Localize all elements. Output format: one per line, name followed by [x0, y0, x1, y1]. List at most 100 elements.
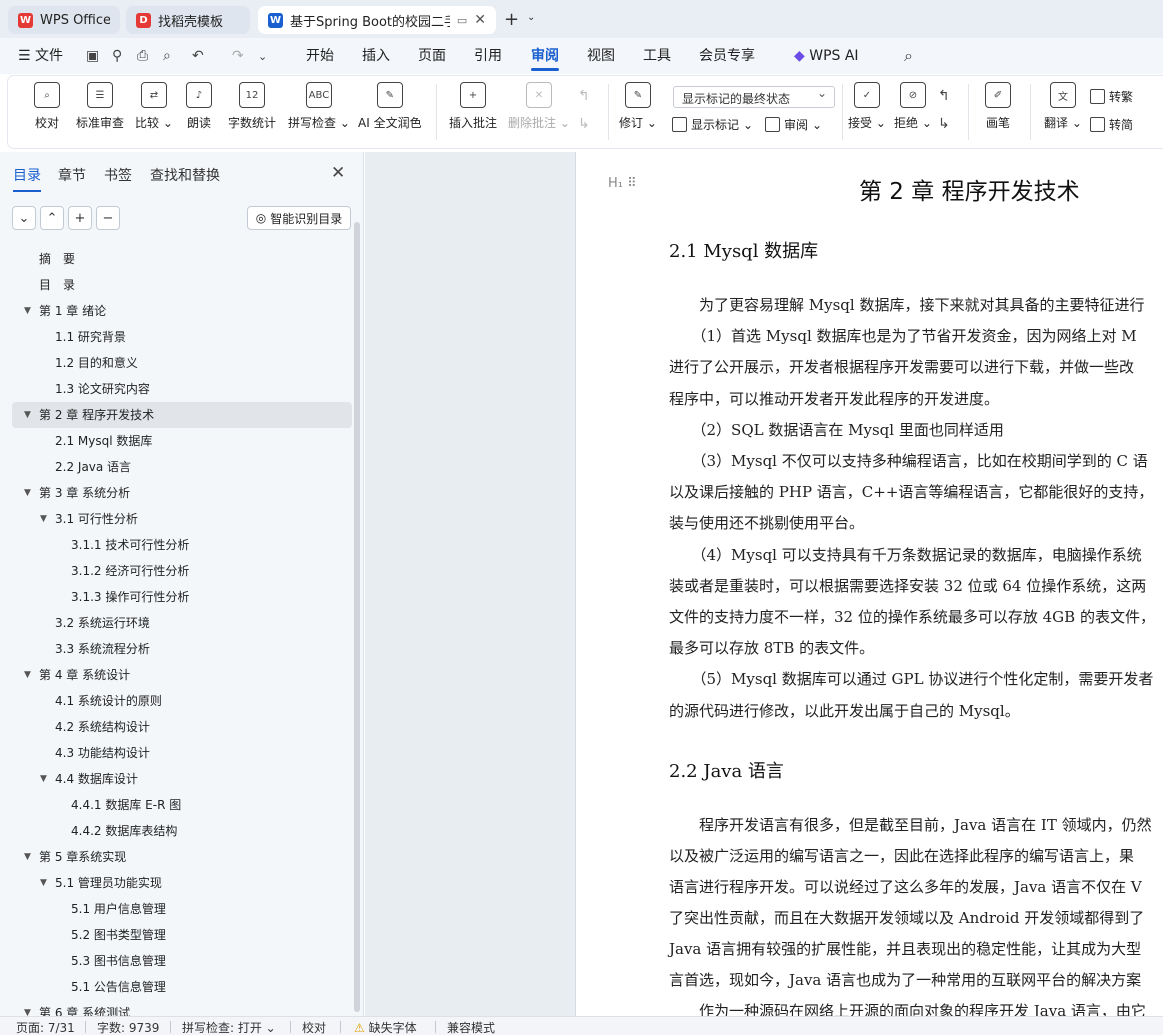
toc-item[interactable]: 1.1 研究背景 — [12, 324, 352, 350]
tab-chapters[interactable]: 章节 — [58, 165, 86, 185]
expand-arrow-icon[interactable]: ▼ — [24, 844, 31, 870]
menu-insert[interactable]: 插入 — [362, 38, 390, 74]
undo-icon[interactable]: ↶ — [192, 48, 204, 64]
toc-item[interactable]: ▼ 第 1 章 绪论 — [12, 298, 352, 324]
tab-toc[interactable]: 目录 — [13, 165, 41, 192]
print-icon[interactable]: ⎙ — [137, 48, 148, 64]
smart-toc-button[interactable]: ◎ 智能识别目录 — [247, 206, 351, 230]
menu-review[interactable]: 审阅 — [531, 38, 559, 74]
expand-arrow-icon[interactable]: ▼ — [24, 1000, 31, 1016]
menu-home[interactable]: 开始 — [306, 38, 334, 74]
tab-find-replace[interactable]: 查找和替换 — [150, 165, 220, 185]
convert-traditional-button[interactable]: 转繁 — [1090, 88, 1133, 105]
toc-item[interactable]: 目 录 — [12, 272, 352, 298]
heading-drag-handle-icon[interactable]: H₁ ⠿ — [608, 176, 637, 191]
close-pane-icon[interactable]: ✕ — [331, 163, 345, 183]
toc-item[interactable]: 3.3 系统流程分析 — [12, 636, 352, 662]
translate-button[interactable]: 文翻译 ⌄ — [1044, 82, 1082, 131]
proofread-status[interactable]: 校对 — [302, 1019, 326, 1035]
markup-state-select[interactable]: 显示标记的最终状态 — [673, 86, 835, 108]
menu-page[interactable]: 页面 — [418, 38, 446, 74]
word-count-button[interactable]: 12 字数统计 — [228, 82, 276, 131]
next-comment-icon[interactable]: ↳ — [578, 116, 590, 132]
toc-item[interactable]: 2.1 Mysql 数据库 — [12, 428, 352, 454]
toc-item[interactable]: ▼ 3.1 可行性分析 — [12, 506, 352, 532]
remove-heading-button[interactable]: − — [96, 206, 120, 230]
expand-down-button[interactable]: ⌄ — [12, 206, 36, 230]
spell-check-status[interactable]: 拼写检查: 打开 ⌄ — [182, 1019, 276, 1035]
toc-item[interactable]: ▼ 第 3 章 系统分析 — [12, 480, 352, 506]
toc-item[interactable]: ▼ 第 4 章 系统设计 — [12, 662, 352, 688]
missing-font-status[interactable]: ⚠ 缺失字体 — [354, 1019, 417, 1035]
save-icon[interactable]: ▣ — [86, 48, 99, 64]
monitor-icon[interactable]: ▭ — [457, 14, 467, 27]
toc-item[interactable]: ▼ 5.1 管理员功能实现 — [12, 870, 352, 896]
tab-template[interactable]: D 找稻壳模板 — [126, 6, 250, 34]
accept-button[interactable]: ✓ 接受 ⌄ — [848, 82, 886, 131]
expand-arrow-icon[interactable]: ▼ — [40, 870, 47, 896]
convert-simplified-button[interactable]: 转简 — [1090, 116, 1133, 133]
expand-arrow-icon[interactable]: ▼ — [24, 298, 31, 324]
word-count[interactable]: 字数: 9739 — [97, 1019, 159, 1035]
document-page[interactable]: H₁ ⠿ 第 2 章 程序开发技术 2.1 Mysql 数据库 为了更容易理解 … — [575, 152, 1163, 1016]
toc-item[interactable]: 4.3 功能结构设计 — [12, 740, 352, 766]
tab-list-chevron-icon[interactable]: ⌄ — [527, 12, 535, 23]
toc-item[interactable]: 5.3 图书信息管理 — [12, 948, 352, 974]
pen-button[interactable]: ✐ 画笔 — [985, 82, 1011, 131]
tab-wps-office[interactable]: W WPS Office — [8, 6, 120, 34]
redo-icon[interactable]: ↷ — [232, 48, 244, 64]
search-icon[interactable]: ⌕ — [904, 46, 913, 66]
show-markup-button[interactable]: 显示标记 ⌄ — [672, 116, 753, 133]
menu-references[interactable]: 引用 — [474, 38, 502, 74]
page-indicator[interactable]: 页面: 7/31 — [16, 1019, 75, 1035]
toc-item[interactable]: 3.1.2 经济可行性分析 — [12, 558, 352, 584]
toc-item[interactable]: ▼ 第 5 章系统实现 — [12, 844, 352, 870]
expand-arrow-icon[interactable]: ▼ — [40, 766, 47, 792]
toc-item[interactable]: 5.1 用户信息管理 — [12, 896, 352, 922]
toc-item[interactable]: ▼ 第 2 章 程序开发技术 — [12, 402, 352, 428]
read-aloud-button[interactable]: ♪ 朗读 — [186, 82, 212, 131]
menu-wps-ai[interactable]: ◆ WPS AI — [794, 38, 859, 74]
expand-arrow-icon[interactable]: ▼ — [40, 506, 47, 532]
toc-item[interactable]: 1.3 论文研究内容 — [12, 376, 352, 402]
toc-item[interactable]: ▼ 4.4 数据库设计 — [12, 766, 352, 792]
toc-item[interactable]: 3.1.1 技术可行性分析 — [12, 532, 352, 558]
toc-scrollbar[interactable] — [354, 222, 360, 1012]
toc-item[interactable]: 4.1 系统设计的原则 — [12, 688, 352, 714]
expand-arrow-icon[interactable]: ▼ — [24, 480, 31, 506]
previous-comment-icon[interactable]: ↰ — [578, 88, 590, 104]
share-icon[interactable]: ⚲ — [112, 48, 122, 64]
tab-document[interactable]: W 基于Spring Boot的校园二手 ▭ ✕ — [258, 6, 496, 34]
ai-polish-button[interactable]: ✎ AI 全文润色 — [358, 82, 422, 131]
menu-tools[interactable]: 工具 — [643, 38, 671, 74]
delete-comment-button[interactable]: ✕ 删除批注 ⌄ — [508, 82, 570, 131]
tab-bookmarks[interactable]: 书签 — [104, 165, 132, 185]
track-changes-button[interactable]: ✎ 修订 ⌄ — [619, 82, 657, 131]
collapse-up-button[interactable]: ⌃ — [40, 206, 64, 230]
next-change-icon[interactable]: ↳ — [938, 116, 950, 132]
print-preview-icon[interactable]: ⌕ — [163, 48, 171, 64]
previous-change-icon[interactable]: ↰ — [938, 88, 950, 104]
toc-item[interactable]: 5.1 公告信息管理 — [12, 974, 352, 1000]
menu-membership[interactable]: 会员专享 — [699, 38, 755, 74]
toc-item[interactable]: 2.2 Java 语言 — [12, 454, 352, 480]
toc-item[interactable]: 4.4.1 数据库 E-R 图 — [12, 792, 352, 818]
toc-item[interactable]: 1.2 目的和意义 — [12, 350, 352, 376]
expand-arrow-icon[interactable]: ▼ — [24, 402, 31, 428]
toc-item[interactable]: 3.2 系统运行环境 — [12, 610, 352, 636]
insert-comment-button[interactable]: + 插入批注 — [449, 82, 497, 131]
toc-item[interactable]: 摘 要 — [12, 246, 352, 272]
toc-item[interactable]: 4.4.2 数据库表结构 — [12, 818, 352, 844]
proofread-button[interactable]: ⌕ 校对 — [34, 82, 60, 131]
standard-review-button[interactable]: ☰ 标准审查 — [76, 82, 124, 131]
toc-item[interactable]: 5.2 图书类型管理 — [12, 922, 352, 948]
review-pane-button[interactable]: 审阅 ⌄ — [765, 116, 822, 133]
toc-item[interactable]: ▼ 第 6 章 系统测试 — [12, 1000, 352, 1016]
toc-item[interactable]: 3.1.3 操作可行性分析 — [12, 584, 352, 610]
spell-check-button[interactable]: ABC 拼写检查 ⌄ — [288, 82, 350, 131]
add-tab-icon[interactable]: + — [504, 9, 519, 30]
expand-arrow-icon[interactable]: ▼ — [24, 662, 31, 688]
add-heading-button[interactable]: + — [68, 206, 92, 230]
reject-button[interactable]: ⊘ 拒绝 ⌄ — [894, 82, 932, 131]
quick-access-chevron-icon[interactable]: ⌄ — [258, 50, 267, 63]
